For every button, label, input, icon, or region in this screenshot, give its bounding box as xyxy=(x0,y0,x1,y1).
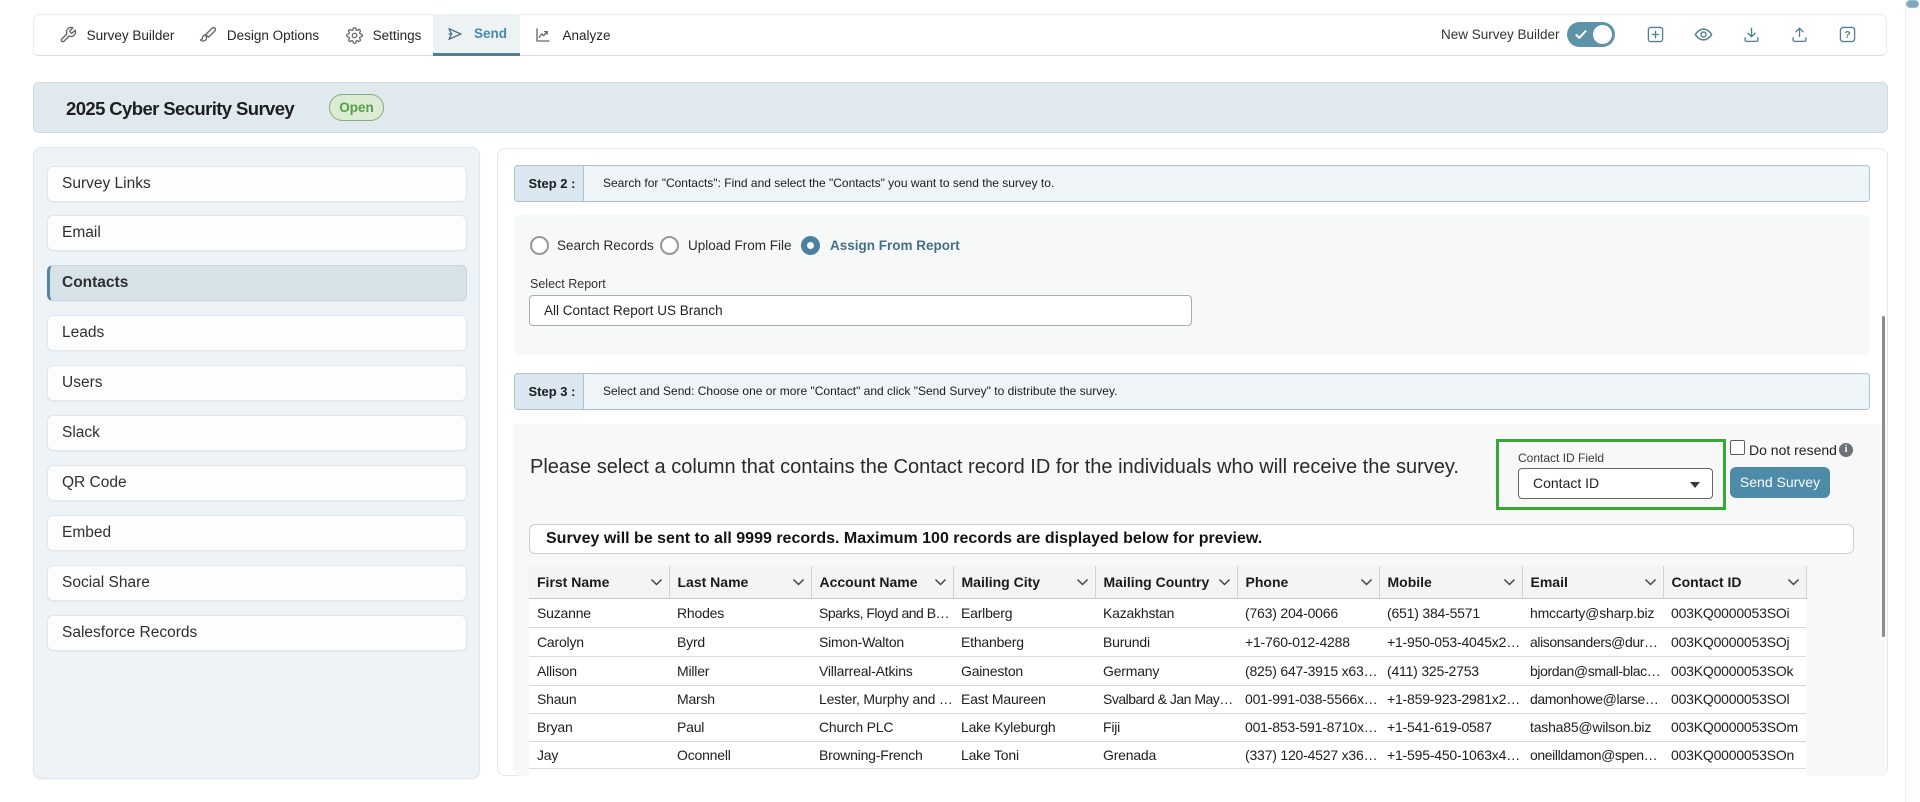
svg-text:?: ? xyxy=(1844,30,1850,41)
